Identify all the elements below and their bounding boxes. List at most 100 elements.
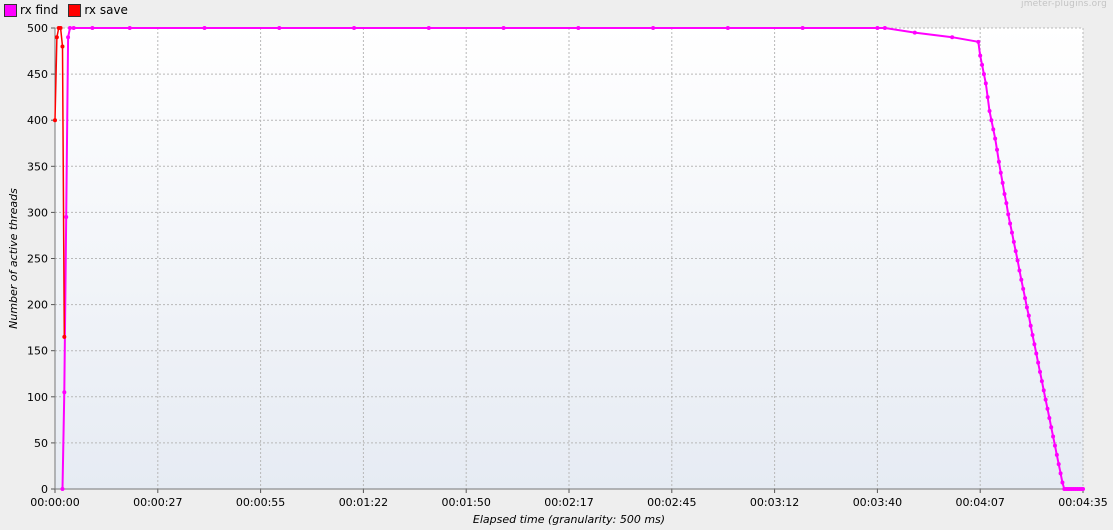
data-point-rx-find [981,72,986,77]
data-point-rx-find [1039,379,1044,384]
data-point-rx-find [127,26,132,30]
data-point-rx-find [1002,191,1007,196]
data-point-rx-find [1043,397,1048,402]
data-point-rx-find [1047,416,1052,421]
data-point-rx-find [1034,351,1039,356]
x-tick-label: 00:04:35 [1058,496,1107,509]
data-point-rx-find [1051,434,1056,439]
y-tick-label: 450 [27,68,48,81]
chart-window: rx find rx save jmeter-plugins.org 0 50 10… [0,0,1113,530]
x-tick-label: 00:00:55 [236,496,285,509]
data-point-rx-find [64,215,69,220]
data-point-rx-find [1028,323,1033,328]
data-point-rx-find [1081,487,1085,491]
data-point-rx-find [1008,221,1013,226]
data-point-rx-find [501,26,506,30]
y-tick-label: 200 [27,299,48,312]
data-point-rx-find [1036,360,1041,365]
x-tick-labels: 00:00:00 00:00:27 00:00:55 00:01:22 00:01:50… [30,496,1107,509]
data-point-rx-find [996,159,1001,164]
data-point-rx-find [1024,305,1029,310]
data-point-rx-find [1030,333,1035,338]
x-tick-label: 00:02:17 [544,496,593,509]
y-tick-label: 500 [27,22,48,35]
data-point-rx-find [1023,296,1028,301]
data-point-rx-find [993,136,998,141]
data-point-rx-find [1011,239,1016,244]
data-point-rx-find [1013,249,1018,254]
y-tick-label: 400 [27,114,48,127]
data-point-rx-save [60,44,65,49]
data-point-rx-find [1021,286,1026,291]
y-tick-label: 100 [27,391,48,404]
data-point-rx-find [987,108,992,113]
data-point-rx-find [1026,313,1031,318]
y-tick-label: 300 [27,206,48,219]
y-tick-labels: 0 50 100 150 200 250 300 350 400 450 500 [27,22,48,496]
data-point-rx-find [1060,480,1065,485]
data-point-rx-find [1045,406,1050,411]
data-point-rx-find [1058,471,1063,476]
data-point-rx-find [989,118,994,123]
data-point-rx-find [912,30,917,35]
data-point-rx-find [1000,180,1005,185]
data-point-rx-find [651,26,656,30]
data-point-rx-find [995,147,1000,152]
data-point-rx-find [202,26,207,30]
data-point-rx-find [985,95,990,100]
x-tick-label: 00:02:45 [647,496,696,509]
data-point-rx-find [983,81,988,86]
data-point-rx-find [1054,452,1059,457]
y-tick-label: 350 [27,160,48,173]
data-point-rx-find [1017,268,1022,273]
data-point-rx-find [976,39,981,44]
data-point-rx-find [800,26,805,30]
data-point-rx-find [60,487,65,491]
data-point-rx-find [1015,258,1020,263]
y-tick-label: 0 [41,483,48,496]
x-tick-label: 00:01:22 [339,496,388,509]
x-tick-label: 00:00:27 [133,496,182,509]
data-point-rx-find [67,26,72,30]
y-axis-title: Number of active threads [7,188,20,329]
x-axis-title: Elapsed time (granularity: 500 ms) [473,513,665,526]
data-point-rx-find [980,62,985,67]
data-point-rx-find [352,26,357,30]
data-point-rx-find [725,26,730,30]
y-tick-label: 250 [27,253,48,266]
data-point-rx-find [90,26,95,30]
y-tick-label: 150 [27,345,48,358]
data-point-rx-find [66,35,71,40]
x-tick-label: 00:04:07 [955,496,1004,509]
data-point-rx-find [576,26,581,30]
data-point-rx-find [1049,425,1054,430]
data-point-rx-find [1019,277,1024,282]
data-point-rx-find [1038,369,1043,374]
data-point-rx-find [426,26,431,30]
data-point-rx-find [882,26,887,30]
data-point-rx-find [62,390,67,395]
data-point-rx-find [875,26,880,30]
y-tick-label: 50 [34,437,48,450]
data-point-rx-find [998,170,1003,175]
data-point-rx-find [1006,212,1011,217]
data-point-rx-save [62,334,67,339]
data-point-rx-find [1009,230,1014,235]
data-point-rx-save [58,26,63,30]
data-point-rx-find [1056,462,1061,467]
data-point-rx-find [277,26,282,30]
x-tick-label: 00:03:12 [750,496,799,509]
data-point-rx-find [978,53,983,58]
data-point-rx-find [1041,388,1046,393]
x-tick-label: 00:01:50 [441,496,490,509]
x-tick-label: 00:00:00 [30,496,79,509]
data-point-rx-find [1052,443,1057,448]
data-point-rx-find [1032,342,1037,347]
data-point-rx-find [1004,201,1009,206]
x-tick-label: 00:03:40 [853,496,902,509]
data-point-rx-save [54,35,59,40]
data-point-rx-save [53,118,57,123]
data-point-rx-find [71,26,76,30]
chart: 050100150200250300350400450500 00:00:00 0… [7,22,1108,526]
data-point-rx-find [950,35,955,40]
